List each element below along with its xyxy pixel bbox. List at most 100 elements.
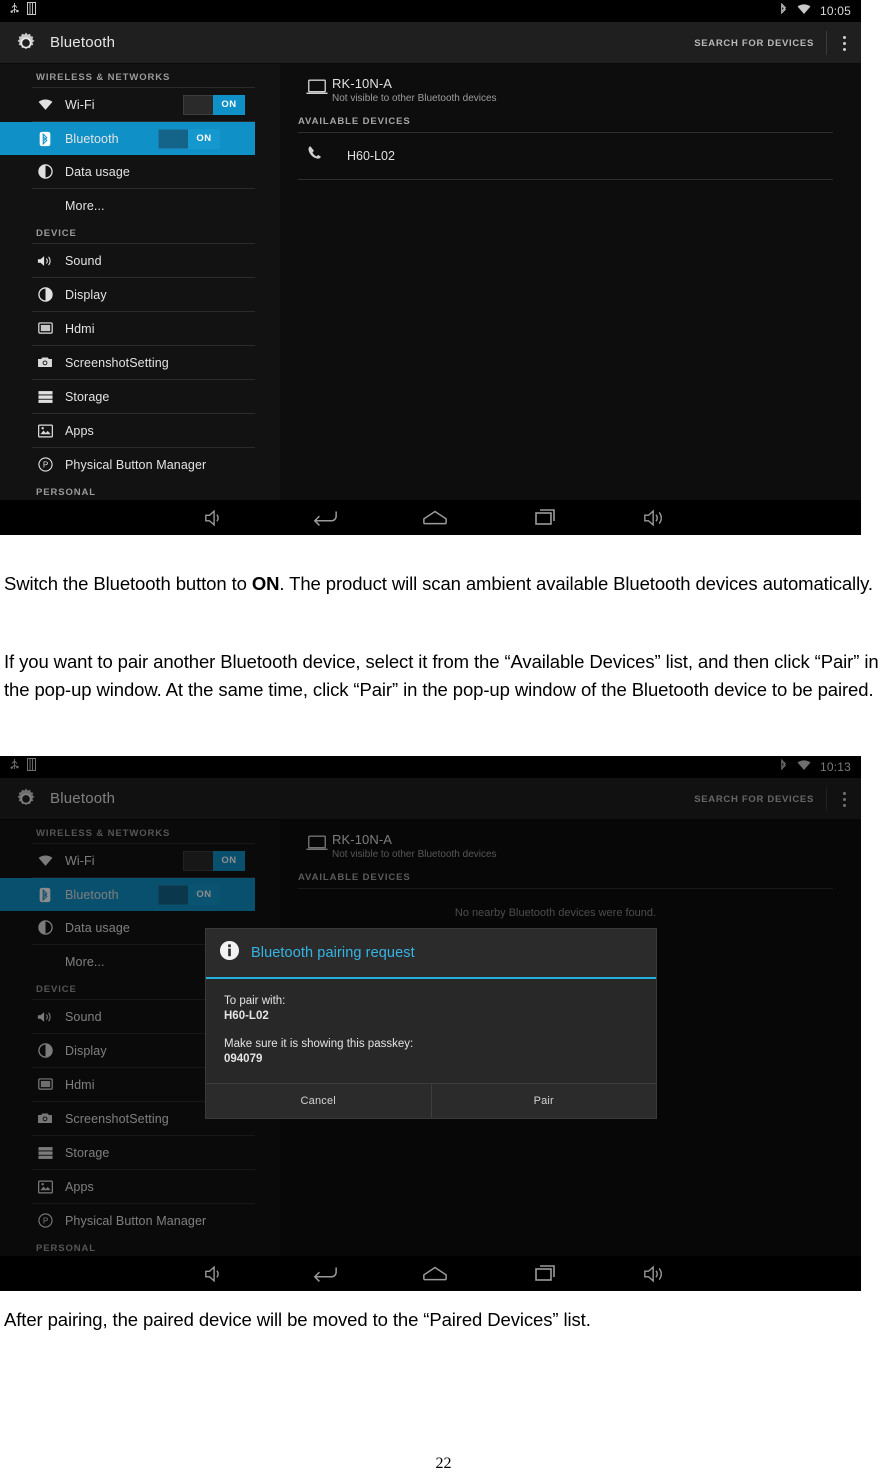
recents-icon	[535, 1264, 555, 1281]
status-bar-left-icons	[10, 758, 36, 776]
sidebar-item-hdmi[interactable]: Hdmi	[0, 312, 280, 345]
home-icon	[423, 1266, 447, 1280]
back-button[interactable]	[270, 509, 380, 527]
para-1-part-a: Switch the Bluetooth button to	[4, 573, 252, 594]
sidebar-item-label: Bluetooth	[65, 887, 119, 902]
volume-up-button[interactable]	[600, 1265, 710, 1283]
dialog-header: Bluetooth pairing request	[206, 929, 656, 979]
local-device-visibility: Not visible to other Bluetooth devices	[332, 93, 497, 104]
sidebar-section-wireless-networks: WIRELESS & NETWORKS	[36, 828, 171, 839]
status-bar: 10:05	[0, 0, 861, 22]
bluetooth-detail-pane: RK-10N-A Not visible to other Bluetooth …	[280, 64, 861, 520]
system-navigation-bar	[0, 500, 861, 535]
recents-button[interactable]	[490, 508, 600, 527]
toggle-track-off	[158, 128, 188, 149]
hdmi-icon	[36, 322, 54, 335]
wifi-toggle[interactable]: ON	[183, 94, 245, 115]
sidebar-item-more[interactable]: More...	[0, 189, 280, 222]
bluetooth-icon	[779, 2, 788, 20]
status-bar: 10:13	[0, 756, 861, 778]
action-bar: Bluetooth SEARCH FOR DEVICES	[0, 22, 861, 64]
sidebar-item-physical-button-manager[interactable]: P Physical Button Manager	[0, 448, 280, 481]
wifi-toggle[interactable]: ON	[183, 850, 245, 871]
sidebar-item-storage[interactable]: Storage	[0, 1136, 280, 1169]
volume-down-icon	[205, 509, 219, 526]
svg-text:P: P	[42, 1217, 47, 1226]
sim-card-icon	[27, 2, 36, 20]
sidebar-item-storage[interactable]: Storage	[0, 380, 280, 413]
available-device-row[interactable]: H60-L02	[280, 133, 861, 179]
volume-up-icon	[644, 509, 662, 526]
sidebar-item-label: Hdmi	[65, 321, 95, 336]
settings-sidebar: WIRELESS & NETWORKS Wi-Fi ON Bluetooth O…	[0, 64, 280, 527]
available-devices-header: AVAILABLE DEVICES	[298, 872, 411, 883]
volume-down-button[interactable]	[160, 1265, 270, 1283]
sidebar-item-bluetooth[interactable]: Bluetooth ON	[0, 122, 255, 155]
sidebar-item-wifi[interactable]: Wi-Fi ON	[0, 88, 280, 121]
volume-up-button[interactable]	[600, 509, 710, 527]
home-button[interactable]	[380, 510, 490, 526]
action-bar: Bluetooth SEARCH FOR DEVICES	[0, 778, 861, 820]
back-arrow-icon	[313, 1267, 337, 1282]
pair-button[interactable]: Pair	[432, 1084, 657, 1118]
status-bar-clock: 10:05	[819, 4, 851, 18]
toggle-track-off	[183, 94, 213, 115]
recents-button[interactable]	[490, 1264, 600, 1283]
page-title: Bluetooth	[50, 34, 116, 51]
wifi-icon	[36, 854, 54, 867]
sound-icon	[36, 254, 54, 268]
search-for-devices-button[interactable]: SEARCH FOR DEVICES	[694, 794, 826, 805]
sidebar-item-physical-button-manager[interactable]: P Physical Button Manager	[0, 1204, 280, 1237]
sidebar-item-label: Hdmi	[65, 1077, 95, 1092]
sidebar-item-data-usage[interactable]: Data usage	[0, 155, 280, 188]
sidebar-item-wifi[interactable]: Wi-Fi ON	[0, 844, 280, 877]
display-icon	[36, 287, 54, 302]
sidebar-item-bluetooth[interactable]: Bluetooth ON	[0, 878, 255, 911]
bluetooth-icon	[36, 131, 54, 147]
sidebar-item-label: More...	[65, 198, 105, 213]
instruction-paragraph-2: If you want to pair another Bluetooth de…	[4, 651, 879, 700]
display-icon	[36, 1043, 54, 1058]
local-device-row[interactable]: RK-10N-A Not visible to other Bluetooth …	[280, 68, 861, 114]
instruction-paragraph-3: After pairing, the paired device will be…	[4, 1309, 591, 1330]
overflow-menu-icon[interactable]	[827, 778, 861, 820]
sidebar-item-label: ScreenshotSetting	[65, 355, 169, 370]
bluetooth-toggle[interactable]: ON	[158, 884, 220, 905]
sidebar-item-screenshotsetting[interactable]: ScreenshotSetting	[0, 346, 280, 379]
usb-icon	[10, 758, 19, 776]
available-device-name: H60-L02	[347, 149, 395, 163]
cancel-button[interactable]: Cancel	[206, 1084, 432, 1118]
passkey-label: Make sure it is showing this passkey:	[224, 1038, 414, 1050]
action-bar-actions: SEARCH FOR DEVICES	[694, 22, 861, 64]
physical-button-icon: P	[36, 1213, 54, 1228]
sidebar-item-label: Physical Button Manager	[65, 1213, 207, 1228]
home-button[interactable]	[380, 1266, 490, 1282]
sidebar-item-sound[interactable]: Sound	[0, 244, 280, 277]
passkey-value: 094079	[224, 1053, 263, 1065]
toggle-label-on: ON	[188, 128, 220, 149]
gear-icon	[12, 29, 40, 57]
sidebar-item-label: Bluetooth	[65, 131, 119, 146]
phone-icon	[306, 144, 325, 168]
local-device-visibility: Not visible to other Bluetooth devices	[332, 849, 497, 860]
overflow-menu-icon[interactable]	[827, 22, 861, 64]
back-button[interactable]	[270, 1265, 380, 1283]
instruction-paragraph-1: Switch the Bluetooth button to ON. The p…	[4, 570, 884, 598]
local-device-row[interactable]: RK-10N-A Not visible to other Bluetooth …	[280, 824, 861, 870]
sidebar-item-apps[interactable]: Apps	[0, 414, 280, 447]
sidebar-section-wireless-networks: WIRELESS & NETWORKS	[36, 72, 171, 83]
back-arrow-icon	[313, 511, 337, 526]
search-for-devices-button[interactable]: SEARCH FOR DEVICES	[694, 38, 826, 49]
dialog-body: To pair with: H60-L02 Make sure it is sh…	[206, 979, 656, 1083]
sidebar-item-display[interactable]: Display	[0, 278, 280, 311]
camera-icon	[36, 356, 54, 369]
settings-content: WIRELESS & NETWORKS Wi-Fi ON Bluetooth O…	[0, 64, 861, 527]
sidebar-item-apps[interactable]: Apps	[0, 1170, 280, 1203]
sidebar-section-personal: PERSONAL	[36, 487, 96, 498]
toggle-label-on: ON	[188, 884, 220, 905]
dialog-button-row: Cancel Pair	[206, 1083, 656, 1118]
sidebar-section-personal: PERSONAL	[36, 1243, 96, 1254]
volume-down-button[interactable]	[160, 509, 270, 527]
bluetooth-toggle[interactable]: ON	[158, 128, 220, 149]
toggle-track-off	[183, 850, 213, 871]
